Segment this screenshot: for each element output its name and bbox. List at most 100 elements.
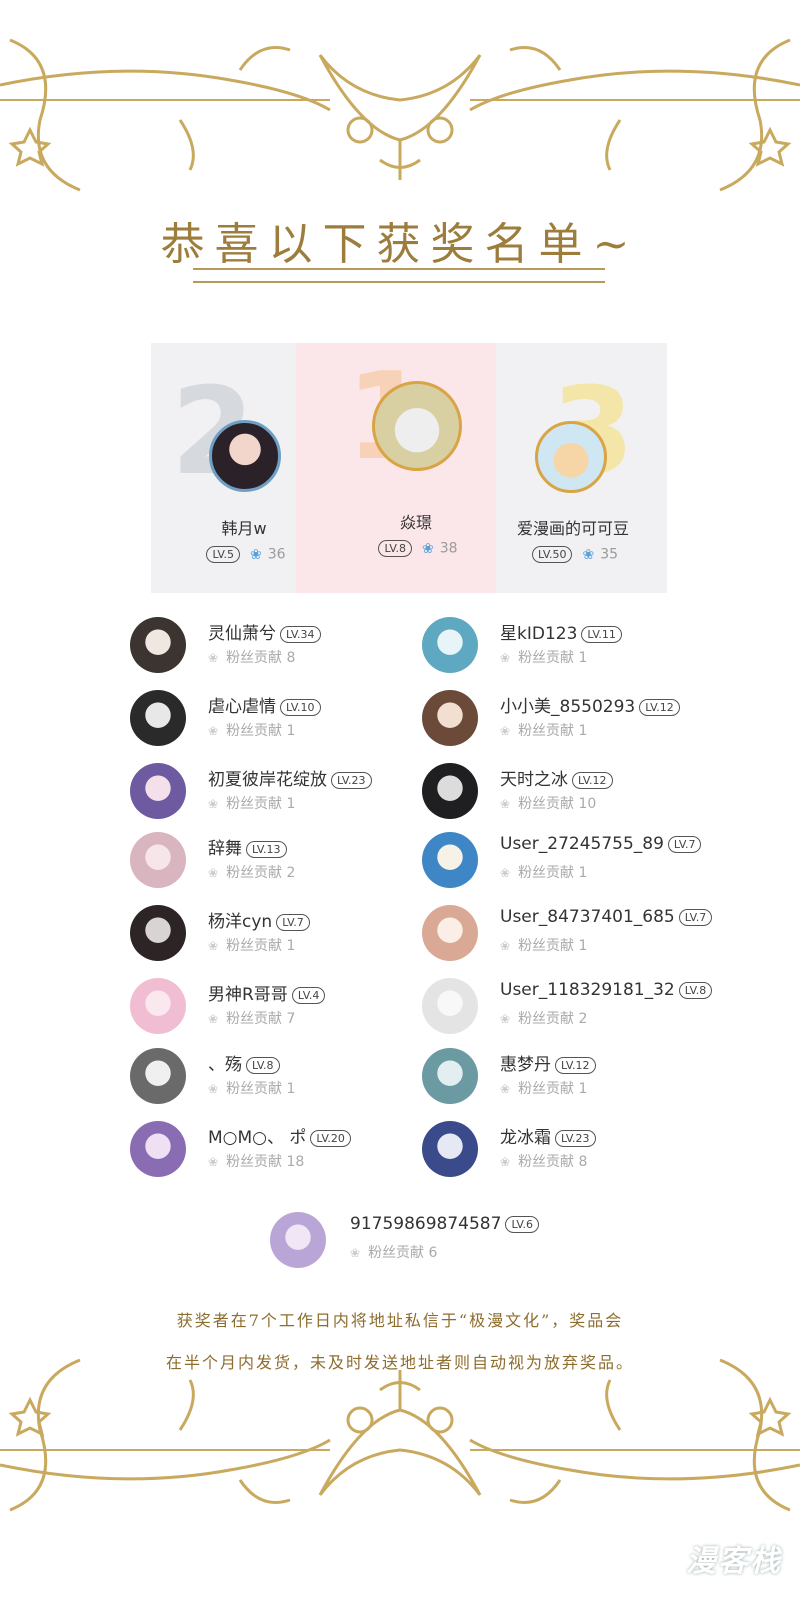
winner-row[interactable]: 初夏彼岸花绽放 LV.23 ❀ 粉丝贡献 1 <box>130 763 470 823</box>
avatar[interactable] <box>422 1121 478 1177</box>
flower-icon: ❀ <box>582 546 595 563</box>
level-badge: LV.23 <box>555 1129 596 1147</box>
flower-icon: ❀ <box>500 1155 511 1169</box>
winner-name-text: 91759869874587 <box>350 1214 502 1234</box>
winner-name-text: 、殇 <box>208 1055 242 1075</box>
winner-name-text: 星kID123 <box>500 624 578 644</box>
flower-icon: ❀ <box>500 939 511 953</box>
fan-contribution-text: 粉丝贡献 6 <box>368 1245 438 1261</box>
fan-contribution: ❀ 粉丝贡献 8 <box>208 647 295 667</box>
winner-name: User_27245755_89 LV.7 <box>500 834 702 854</box>
rank-2-name: 韩月w <box>221 519 267 538</box>
winner-name: 小小美_8550293 LV.12 <box>500 692 680 717</box>
flower-icon: ❀ <box>500 1012 511 1026</box>
flower-icon: ❀ <box>500 797 511 811</box>
fan-contribution-text: 粉丝贡献 1 <box>518 865 588 881</box>
avatar-rank-2[interactable] <box>209 420 281 492</box>
avatar[interactable] <box>130 1121 186 1177</box>
avatar[interactable] <box>422 617 478 673</box>
winner-row[interactable]: 惠梦丹 LV.12 ❀ 粉丝贡献 1 <box>422 1048 762 1108</box>
winner-row[interactable]: 灵仙萧兮 LV.34 ❀ 粉丝贡献 8 <box>130 617 470 677</box>
winner-name-text: 虐心虐情 <box>208 697 276 717</box>
winner-row[interactable]: 男神R哥哥 LV.4 ❀ 粉丝贡献 7 <box>130 978 470 1038</box>
avatar-rank-1[interactable] <box>372 381 462 471</box>
fan-contribution: ❀ 粉丝贡献 1 <box>500 862 587 882</box>
avatar[interactable] <box>130 1048 186 1104</box>
winner-name-text: 灵仙萧兮 <box>208 624 276 644</box>
level-badge: LV.13 <box>246 840 287 858</box>
winner-name: User_84737401_685 LV.7 <box>500 907 713 927</box>
fan-contribution: ❀ 粉丝贡献 7 <box>208 1008 295 1028</box>
page-title: 恭喜以下获奖名单~ <box>160 219 640 270</box>
winner-name: 91759869874587 LV.6 <box>350 1214 539 1234</box>
winner-name-text: 天时之冰 <box>500 770 568 790</box>
level-badge: LV.12 <box>572 771 613 789</box>
winner-row[interactable]: 龙冰霜 LV.23 ❀ 粉丝贡献 8 <box>422 1121 762 1181</box>
bottom-ornament <box>0 1358 800 1512</box>
winner-name-text: User_118329181_32 <box>500 980 675 1000</box>
winner-row-center[interactable]: 91759869874587 LV.6 ❀ 粉丝贡献 6 <box>270 1212 590 1272</box>
score: 36 <box>267 546 286 563</box>
winner-row[interactable]: 杨洋cyn LV.7 ❀ 粉丝贡献 1 <box>130 905 470 965</box>
winner-name: 初夏彼岸花绽放 LV.23 <box>208 765 372 790</box>
avatar[interactable] <box>130 690 186 746</box>
winner-row[interactable]: 小小美_8550293 LV.12 ❀ 粉丝贡献 1 <box>422 690 762 750</box>
winner-name-text: User_27245755_89 <box>500 834 664 854</box>
fan-contribution-text: 粉丝贡献 1 <box>518 1081 588 1097</box>
level-badge: LV.6 <box>505 1215 539 1233</box>
winner-name: 星kID123 LV.11 <box>500 619 622 644</box>
winner-row[interactable]: 虐心虐情 LV.10 ❀ 粉丝贡献 1 <box>130 690 470 750</box>
level-badge: LV.20 <box>310 1129 351 1147</box>
flower-icon: ❀ <box>500 1082 511 1096</box>
flower-icon: ❀ <box>208 1082 219 1096</box>
winner-name: 杨洋cyn LV.7 <box>208 907 310 932</box>
winner-name: 惠梦丹 LV.12 <box>500 1050 596 1075</box>
winner-row[interactable]: User_84737401_685 LV.7 ❀ 粉丝贡献 1 <box>422 905 762 965</box>
winner-row[interactable]: 辞舞 LV.13 ❀ 粉丝贡献 2 <box>130 832 470 892</box>
avatar[interactable] <box>422 1048 478 1104</box>
winner-name-text: 惠梦丹 <box>500 1055 551 1075</box>
avatar[interactable] <box>130 617 186 673</box>
score: 35 <box>600 546 619 563</box>
avatar[interactable] <box>422 763 478 819</box>
avatar[interactable] <box>422 832 478 888</box>
fan-contribution-text: 粉丝贡献 1 <box>226 1081 296 1097</box>
winner-row[interactable]: User_118329181_32 LV.8 ❀ 粉丝贡献 2 <box>422 978 762 1038</box>
avatar[interactable] <box>130 832 186 888</box>
winner-name: 辞舞 LV.13 <box>208 834 287 859</box>
fan-contribution: ❀ 粉丝贡献 10 <box>500 793 596 813</box>
winner-row[interactable]: User_27245755_89 LV.7 ❀ 粉丝贡献 1 <box>422 832 762 892</box>
winner-name: 、殇 LV.8 <box>208 1050 280 1075</box>
avatar[interactable] <box>270 1212 326 1268</box>
level-badge: LV.10 <box>280 698 321 716</box>
winner-row[interactable]: 星kID123 LV.11 ❀ 粉丝贡献 1 <box>422 617 762 677</box>
avatar[interactable] <box>130 905 186 961</box>
avatar[interactable] <box>130 763 186 819</box>
avatar[interactable] <box>422 690 478 746</box>
fan-contribution: ❀ 粉丝贡献 1 <box>208 935 295 955</box>
fan-contribution-text: 粉丝贡献 18 <box>226 1154 305 1170</box>
level-badge: LV.12 <box>555 1056 596 1074</box>
flower-icon: ❀ <box>249 546 262 563</box>
winner-name-text: 龙冰霜 <box>500 1128 551 1148</box>
fan-contribution-text: 粉丝贡献 1 <box>518 938 588 954</box>
winner-row[interactable]: 、殇 LV.8 ❀ 粉丝贡献 1 <box>130 1048 470 1108</box>
fan-contribution: ❀ 粉丝贡献 8 <box>500 1151 587 1171</box>
fan-contribution-text: 粉丝贡献 7 <box>226 1011 296 1027</box>
fan-contribution-text: 粉丝贡献 2 <box>518 1011 588 1027</box>
winner-name: 男神R哥哥 LV.4 <box>208 980 326 1005</box>
avatar[interactable] <box>130 978 186 1034</box>
fan-contribution-text: 粉丝贡献 1 <box>226 723 296 739</box>
avatar-rank-3[interactable] <box>535 421 607 493</box>
rank-1-name: 焱璟 <box>399 513 432 532</box>
avatar[interactable] <box>422 905 478 961</box>
fan-contribution: ❀ 粉丝贡献 1 <box>500 1078 587 1098</box>
rank-3-name: 爱漫画的可可豆 <box>516 519 629 538</box>
fan-contribution-text: 粉丝贡献 2 <box>226 865 296 881</box>
flower-icon: ❀ <box>208 1012 219 1026</box>
top-ornament <box>0 38 800 192</box>
winner-row[interactable]: M○M○、 ポ LV.20 ❀ 粉丝贡献 18 <box>130 1121 470 1181</box>
fan-contribution: ❀ 粉丝贡献 1 <box>500 720 587 740</box>
winner-row[interactable]: 天时之冰 LV.12 ❀ 粉丝贡献 10 <box>422 763 762 823</box>
avatar[interactable] <box>422 978 478 1034</box>
